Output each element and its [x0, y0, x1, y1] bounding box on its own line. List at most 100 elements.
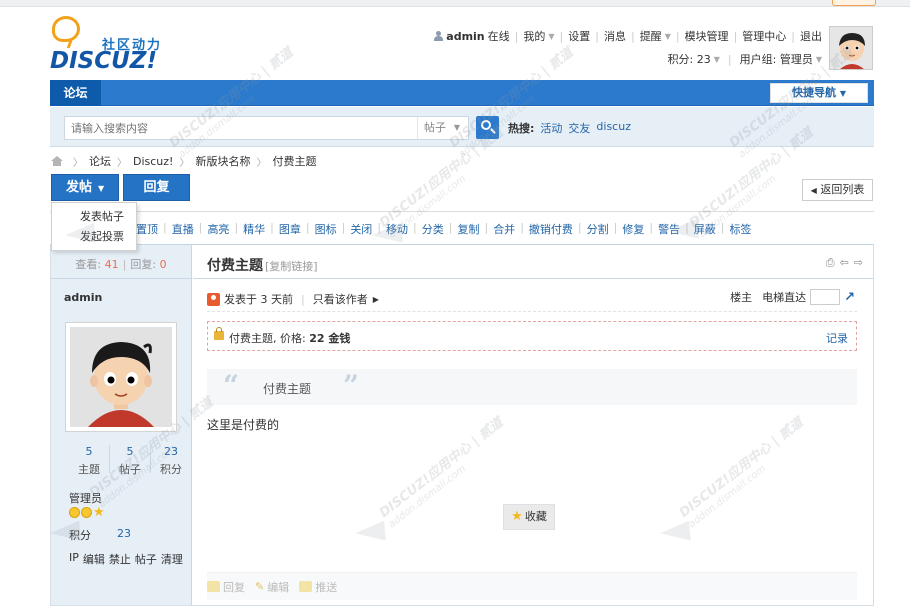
- mod-action-item[interactable]: 分类: [422, 221, 444, 237]
- online-status[interactable]: 在线: [488, 28, 510, 44]
- author-group[interactable]: 管理员: [69, 490, 102, 506]
- mod-action-item[interactable]: 精华: [243, 221, 265, 237]
- paid-notice: 付费主题, 价格: 22 金钱 记录: [207, 321, 857, 351]
- thread-tools: ⎙ ⇦ ⇨: [826, 256, 863, 270]
- push-action[interactable]: 推送: [299, 579, 337, 595]
- username-link[interactable]: admin: [446, 30, 484, 43]
- hot-term[interactable]: discuz: [596, 120, 631, 136]
- mod-action-item[interactable]: 直播: [172, 221, 194, 237]
- mod-action-item[interactable]: 置顶: [136, 221, 158, 237]
- quick-nav-button[interactable]: 快捷导航 ▼: [770, 83, 868, 103]
- chevron-right-icon: 〉: [179, 157, 190, 169]
- next-thread-icon[interactable]: ⇨: [854, 256, 863, 270]
- hot-term[interactable]: 交友: [568, 120, 590, 136]
- my-menu[interactable]: 我的: [523, 28, 545, 44]
- thread-title: 付费主题: [207, 258, 263, 274]
- reminders-link[interactable]: 提醒: [640, 28, 662, 44]
- menu-item-new-poll[interactable]: 发起投票: [52, 227, 136, 247]
- module-admin-link[interactable]: 模块管理: [685, 28, 729, 44]
- mod-action-item[interactable]: 关闭: [350, 221, 372, 237]
- prev-thread-icon[interactable]: ⇦: [840, 256, 849, 270]
- user-posts-link[interactable]: 帖子: [135, 551, 157, 567]
- chevron-right-icon: 〉: [256, 157, 267, 169]
- search-button[interactable]: [476, 116, 499, 139]
- purchase-record-link[interactable]: 记录: [826, 330, 848, 346]
- post-time: 发表于 3 天前: [224, 293, 293, 306]
- user-avatar[interactable]: [829, 26, 873, 70]
- mod-action-item[interactable]: 标签: [730, 221, 752, 237]
- post-button[interactable]: 发帖 ▼: [51, 174, 119, 201]
- mod-action-item[interactable]: 分割: [587, 221, 609, 237]
- breadcrumb-item[interactable]: 付费主题: [272, 153, 316, 169]
- ban-link[interactable]: 禁止: [109, 551, 131, 567]
- chevron-left-icon: ◀: [810, 186, 817, 195]
- messages-link[interactable]: 消息: [604, 28, 626, 44]
- logout-link[interactable]: 退出: [800, 28, 822, 44]
- settings-link[interactable]: 设置: [568, 28, 590, 44]
- breadcrumb-item[interactable]: 论坛: [89, 153, 111, 169]
- credits-count[interactable]: 23 积分: [151, 445, 191, 477]
- print-icon[interactable]: ⎙: [826, 256, 835, 270]
- mod-action-item[interactable]: 合并: [493, 221, 515, 237]
- clean-link[interactable]: 清理: [161, 551, 183, 567]
- author-credit: 积分 23: [69, 527, 131, 542]
- moderation-bar: 置顶 | 直播 | 高亮 | 精华 | 图章 | 图标 | 关闭 | 移动 | 分类 | 复制 | 合并 | 撤销付费 | 分割…: [50, 211, 874, 243]
- breadcrumb-item[interactable]: 新版块名称: [195, 153, 250, 169]
- edit-action[interactable]: ✎ 编辑: [255, 579, 289, 595]
- topics-count[interactable]: 5 主题: [69, 445, 109, 477]
- copy-link[interactable]: [复制链接]: [265, 258, 318, 274]
- reply-action[interactable]: 回复: [207, 579, 245, 595]
- open-quote-icon: “: [223, 369, 240, 402]
- mod-action-item[interactable]: 警告: [658, 221, 680, 237]
- edit-user-link[interactable]: 编辑: [83, 551, 105, 567]
- only-author-link[interactable]: 只看该作者: [313, 291, 368, 307]
- floor-label: 楼主: [730, 291, 753, 304]
- nav-item-forum[interactable]: 论坛: [50, 80, 101, 106]
- mod-action-item[interactable]: 撤销付费: [529, 221, 573, 237]
- quote-text: 付费主题: [263, 382, 312, 396]
- mod-action-item[interactable]: 图章: [279, 221, 301, 237]
- star-icon: ★: [511, 509, 523, 524]
- notification-tab[interactable]: [832, 0, 876, 6]
- search-input[interactable]: [64, 116, 418, 140]
- mod-action-item[interactable]: 移动: [386, 221, 408, 237]
- admin-center-link[interactable]: 管理中心: [742, 28, 786, 44]
- mod-action-item[interactable]: 图标: [315, 221, 337, 237]
- hot-search: 热搜: 活动 交友 discuz: [508, 120, 631, 136]
- online-user-icon: [207, 292, 220, 306]
- chevron-down-icon: ▼: [839, 89, 846, 98]
- author-name[interactable]: admin: [51, 279, 191, 313]
- logo-bulb-icon: [52, 16, 80, 42]
- floor-input[interactable]: [810, 289, 841, 305]
- menu-item-new-thread[interactable]: 发表帖子: [52, 207, 136, 227]
- favorite-button[interactable]: ★ 收藏: [503, 504, 555, 530]
- mod-action-item[interactable]: 复制: [457, 221, 479, 237]
- posts-count[interactable]: 5 帖子: [110, 445, 150, 477]
- usergroup-link[interactable]: 用户组: 管理员: [740, 51, 813, 67]
- post-action-bar: 回复 ✎ 编辑 推送: [207, 572, 857, 600]
- sun-icon: [69, 507, 80, 518]
- search-scope-select[interactable]: 帖子 ▼: [417, 116, 469, 140]
- breadcrumb-item[interactable]: Discuz!: [133, 155, 173, 168]
- mod-action-item[interactable]: 高亮: [207, 221, 229, 237]
- reply-button[interactable]: 回复: [123, 174, 190, 201]
- search-bar: 帖子▼ 热搜: 活动 交友 discuz: [50, 107, 874, 147]
- mod-action-item[interactable]: 修复: [622, 221, 644, 237]
- site-logo[interactable]: 社区动力 DISCUZ!: [50, 16, 170, 74]
- user-icon: [434, 31, 444, 41]
- chevron-down-icon: ▼: [98, 184, 105, 193]
- credits-link[interactable]: 积分: 23: [668, 51, 711, 67]
- play-icon: ▶: [372, 294, 379, 304]
- main-nav: 论坛 快捷导航 ▼: [50, 80, 874, 106]
- top-strip: [0, 0, 910, 7]
- home-icon[interactable]: [51, 155, 63, 167]
- go-arrow-icon[interactable]: ↗: [844, 290, 855, 305]
- return-list-button[interactable]: ◀ 返回列表: [802, 179, 873, 201]
- mod-action-item[interactable]: 屏蔽: [694, 221, 716, 237]
- author-avatar[interactable]: [65, 322, 177, 432]
- post-dropdown-menu: 发表帖子 发起投票: [51, 202, 137, 251]
- close-quote-icon: ”: [343, 369, 360, 402]
- ip-link[interactable]: IP: [69, 551, 79, 567]
- lock-icon: [214, 327, 224, 340]
- hot-term[interactable]: 活动: [540, 120, 562, 136]
